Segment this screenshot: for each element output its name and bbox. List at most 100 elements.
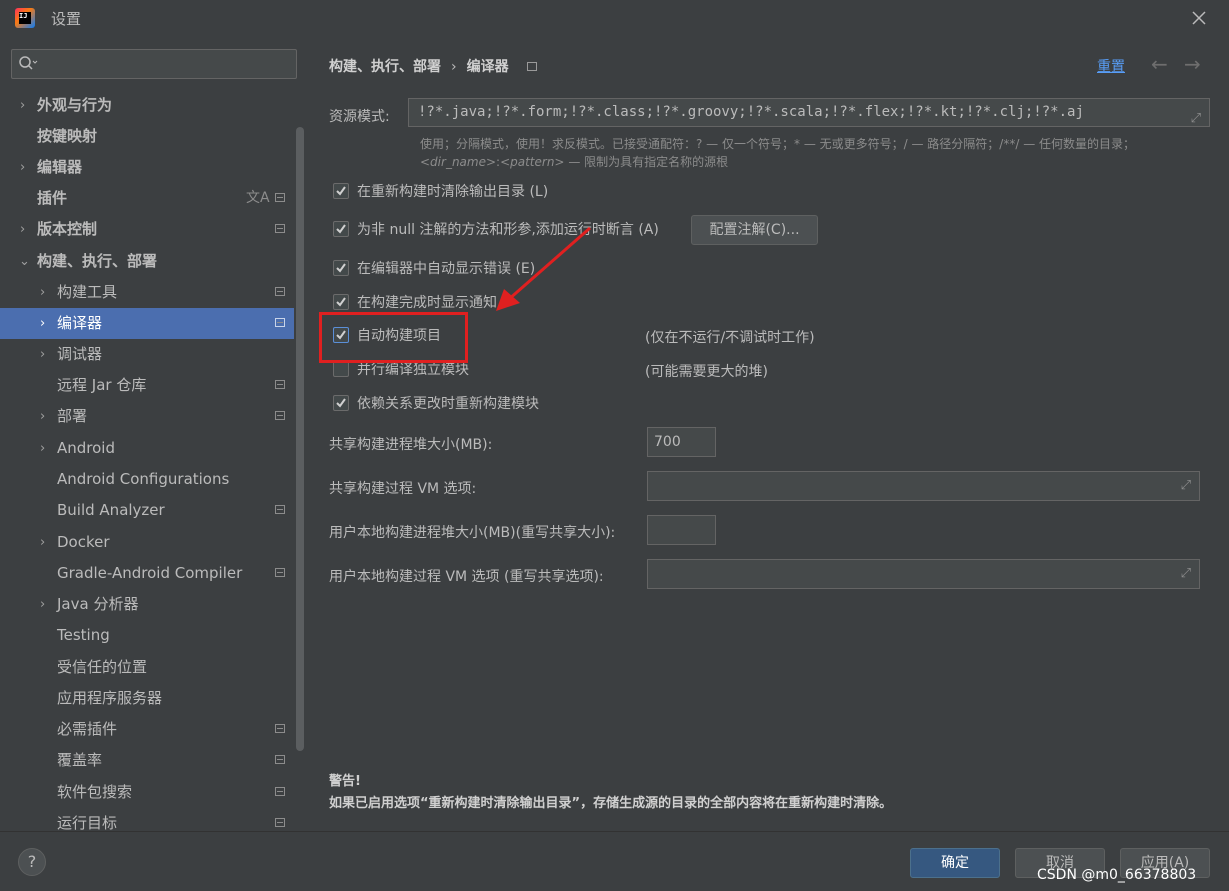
warning-text: 如果已启用选项“重新构建时清除输出目录”，存储生成源的目录的全部内容将在重新构建…: [329, 796, 893, 811]
chevron-right-icon[interactable]: ›: [40, 339, 50, 370]
chevron-right-icon[interactable]: ›: [40, 527, 50, 558]
sidebar-item-label: 外观与行为: [37, 96, 113, 114]
chevron-right-icon[interactable]: ›: [40, 589, 50, 620]
sidebar-item-vcs[interactable]: › 版本控制: [0, 214, 294, 245]
chevron-right-icon[interactable]: ›: [40, 277, 50, 308]
sidebar-item-label: Testing: [57, 626, 110, 644]
breadcrumb-current: 编译器: [466, 59, 509, 75]
breadcrumb-parent[interactable]: 构建、执行、部署: [329, 59, 441, 75]
sidebar-item-android[interactable]: › Android: [0, 433, 294, 464]
sidebar-item-java-profiler[interactable]: › Java 分析器: [0, 589, 294, 620]
help-button[interactable]: ?: [18, 848, 46, 876]
sidebar-item-label: Gradle-Android Compiler: [57, 564, 243, 582]
sidebar-item-keymap[interactable]: 按键映射: [0, 121, 294, 152]
heap-size-input[interactable]: 700: [647, 427, 716, 457]
resource-patterns-hint: 使用；分隔模式，使用！求反模式。已接受通配符：? — 仅一个符号；* — 无或更…: [420, 135, 1200, 171]
checkbox-checked[interactable]: [333, 221, 349, 237]
user-heap-size-input[interactable]: [647, 515, 716, 545]
sidebar-item-label: 按键映射: [37, 127, 98, 145]
sidebar-item-compiler[interactable]: › 编译器: [0, 308, 294, 339]
chevron-right-icon[interactable]: ›: [20, 152, 30, 183]
hint-line-2: <dir_name>:<pattern> — 限制为具有指定名称的源根: [420, 153, 1200, 171]
expand-icon[interactable]: ⤢: [1181, 478, 1191, 493]
project-level-icon: [275, 787, 285, 796]
sidebar-item-remote-jar[interactable]: 远程 Jar 仓库: [0, 370, 294, 401]
forward-arrow-icon[interactable]: →: [1184, 52, 1201, 76]
sidebar-item-docker[interactable]: › Docker: [0, 527, 294, 558]
sidebar-item-build-exec-deploy[interactable]: ⌄ 构建、执行、部署: [0, 246, 294, 277]
warning-title: 警告!: [329, 774, 361, 789]
parallel-note: (可能需要更大的堆): [645, 364, 768, 380]
ok-button[interactable]: 确定: [910, 848, 1000, 878]
translate-icon: 文A: [246, 190, 270, 206]
sidebar-item-label: Docker: [57, 533, 110, 551]
compiler-settings-panel: 构建、执行、部署 › 编译器 重置 ← → 资源模式: !?*.java;!?*.f…: [308, 36, 1229, 831]
checkbox-unchecked[interactable]: [333, 361, 349, 377]
sidebar-item-editor[interactable]: › 编辑器: [0, 152, 294, 183]
sidebar-item-debugger[interactable]: › 调试器: [0, 339, 294, 370]
sidebar-item-required-plugins[interactable]: 必需插件: [0, 714, 294, 745]
sidebar-item-label: 构建、执行、部署: [37, 252, 158, 270]
expand-icon[interactable]: ⤢: [1191, 105, 1201, 126]
search-icon: [18, 55, 38, 75]
checkbox-checked[interactable]: [333, 260, 349, 276]
resource-patterns-input[interactable]: !?*.java;!?*.form;!?*.class;!?*.groovy;!…: [408, 98, 1210, 127]
window-title: 设置: [51, 10, 82, 28]
search-input[interactable]: [11, 49, 297, 79]
dialog-footer: ? 确定 取消 应用(A) CSDN @m0_66378803: [0, 831, 1229, 891]
sidebar-item-label: 编译器: [57, 314, 103, 332]
sidebar-item-trusted-locations[interactable]: 受信任的位置: [0, 652, 294, 683]
sidebar-item-plugins[interactable]: 插件 文A: [0, 183, 294, 214]
sidebar-item-label: 构建工具: [57, 283, 118, 301]
chevron-right-icon[interactable]: ›: [20, 214, 30, 245]
sidebar-item-label: 覆盖率: [57, 751, 103, 769]
resource-patterns-label: 资源模式:: [329, 109, 390, 125]
sidebar-item-label: 受信任的位置: [57, 658, 148, 676]
sidebar-scrollbar[interactable]: [296, 127, 304, 751]
user-vm-options-label: 用户本地构建过程 VM 选项 (重写共享选项):: [329, 569, 604, 585]
chevron-right-icon[interactable]: ›: [40, 308, 50, 339]
project-level-icon: [275, 193, 285, 202]
checkbox-checked[interactable]: [333, 183, 349, 199]
sidebar-item-label: Build Analyzer: [57, 501, 165, 519]
project-level-icon: [275, 318, 285, 327]
sidebar-item-build-tools[interactable]: › 构建工具: [0, 277, 294, 308]
sidebar-item-label: Java 分析器: [57, 595, 139, 613]
reset-link[interactable]: 重置: [1097, 56, 1125, 76]
expand-icon[interactable]: ⤢: [1181, 566, 1191, 581]
chevron-right-icon[interactable]: ›: [40, 433, 50, 464]
sidebar-item-testing[interactable]: Testing: [0, 620, 294, 651]
project-level-icon: [275, 287, 285, 296]
project-level-icon: [275, 724, 285, 733]
project-level-icon: [275, 505, 285, 514]
sidebar-item-android-configurations[interactable]: Android Configurations: [0, 464, 294, 495]
chevron-down-icon[interactable]: ⌄: [19, 246, 30, 277]
sidebar-item-label: 调试器: [57, 345, 103, 363]
sidebar-item-build-analyzer[interactable]: Build Analyzer: [0, 495, 294, 526]
sidebar-item-deployment[interactable]: › 部署: [0, 401, 294, 432]
user-vm-options-input[interactable]: ⤢: [647, 559, 1200, 589]
checkbox-label: 在重新构建时清除输出目录 (L): [357, 184, 549, 200]
sidebar-item-appearance[interactable]: › 外观与行为: [0, 90, 294, 121]
breadcrumb: 构建、执行、部署 › 编译器: [329, 56, 537, 76]
sidebar-item-label: 插件: [37, 189, 68, 207]
project-level-icon: [526, 62, 537, 71]
chevron-right-icon[interactable]: ›: [40, 401, 50, 432]
close-icon[interactable]: [1188, 7, 1210, 29]
sidebar-item-label: Android Configurations: [57, 470, 230, 488]
settings-sidebar: › 外观与行为 按键映射 › 编辑器 插件 文A › 版本控制 ⌄ 构建、执行、…: [0, 36, 308, 832]
hint-tail: — 限制为具有指定名称的源根: [564, 155, 729, 169]
checkbox-label: 为非 null 注解的方法和形参,添加运行时断言 (A): [357, 222, 659, 238]
checkbox-checked[interactable]: [333, 395, 349, 411]
sidebar-item-gradle-android-compiler[interactable]: Gradle-Android Compiler: [0, 558, 294, 589]
back-arrow-icon[interactable]: ←: [1151, 52, 1168, 76]
checkbox-checked[interactable]: [333, 294, 349, 310]
sidebar-item-app-servers[interactable]: 应用程序服务器: [0, 683, 294, 714]
sidebar-item-package-search[interactable]: 软件包搜索: [0, 777, 294, 808]
chevron-right-icon[interactable]: ›: [20, 90, 30, 121]
project-level-icon: [275, 568, 285, 577]
sidebar-item-coverage[interactable]: 覆盖率: [0, 745, 294, 776]
vm-options-input[interactable]: ⤢: [647, 471, 1200, 501]
sidebar-item-label: 部署: [57, 407, 88, 425]
configure-annotations-button[interactable]: 配置注解(C)...: [691, 215, 818, 245]
